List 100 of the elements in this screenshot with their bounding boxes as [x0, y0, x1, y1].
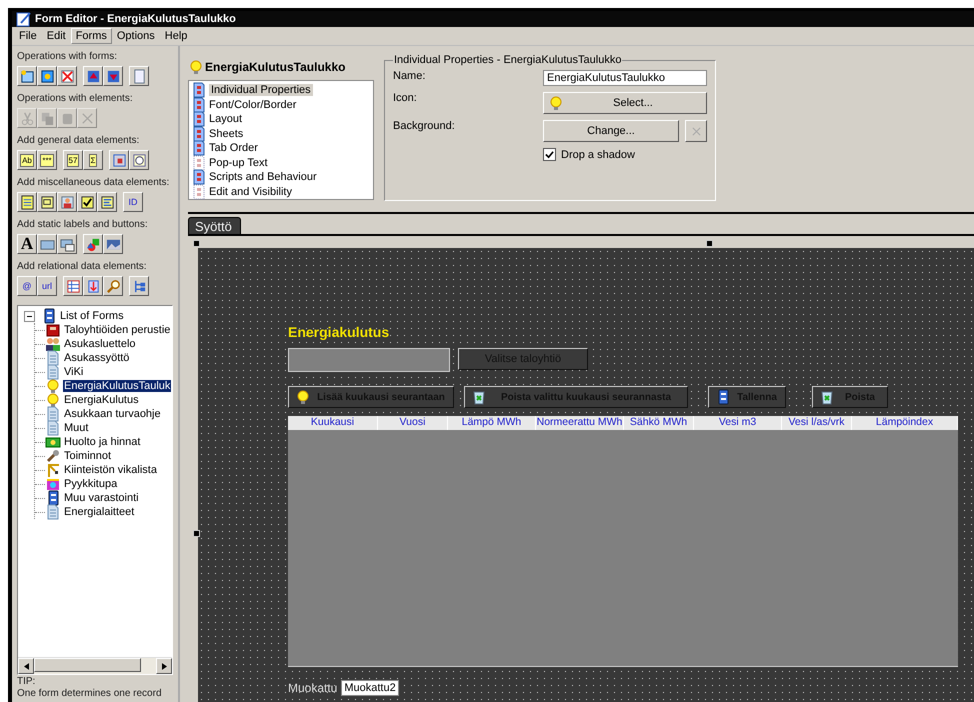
tree-item[interactable]: ViKi [63, 366, 84, 378]
spin-box-icon[interactable] [57, 234, 77, 254]
horizontal-scrollbar[interactable] [18, 657, 172, 674]
column-header[interactable]: Lämpö MWh [448, 416, 536, 430]
table-icon[interactable] [17, 192, 37, 212]
name-field[interactable]: EnergiaKulutusTaulukko [543, 70, 707, 86]
tree-item[interactable]: Energialaitteet [63, 506, 136, 518]
collapse-toggle[interactable] [24, 310, 35, 322]
split-icon[interactable] [83, 276, 103, 296]
element-title: EnergiaKulutusTaulukko [205, 60, 346, 74]
tree-item[interactable]: Kiinteistön vikalista [63, 464, 158, 476]
shapes-icon[interactable] [83, 234, 103, 254]
tree-item[interactable]: List of Forms [59, 310, 125, 322]
change-button[interactable]: Change... [543, 120, 679, 142]
book-icon [45, 322, 61, 338]
menu-item[interactable]: Options [112, 28, 160, 44]
column-header[interactable]: Lämpöindex [852, 416, 958, 430]
delete-icon[interactable] [57, 66, 77, 86]
menu-item[interactable]: File [14, 28, 42, 44]
column-header[interactable]: Vesi l/as/vrk [782, 416, 852, 430]
person-icon[interactable] [57, 192, 77, 212]
tree-item[interactable]: EnergiaKulutusTauluk [63, 380, 172, 392]
tree-item[interactable]: EnergiaKulutus [63, 394, 140, 406]
toolbar-button[interactable]: ID [123, 192, 143, 212]
tree-item[interactable]: Taloyhtiöiden perustie [63, 324, 172, 336]
tree-item[interactable]: Asukasluettelo [63, 338, 137, 350]
toolbar-button[interactable]: Σ [83, 150, 103, 170]
field-label: Background: [393, 120, 456, 132]
document-icon [45, 364, 61, 380]
tree-item[interactable]: Muu varastointi [63, 492, 140, 504]
sheet-tab[interactable]: Syöttö [188, 217, 241, 234]
tree-item[interactable]: Asukkaan turvaohje [63, 408, 162, 420]
menu-item[interactable]: Forms [70, 28, 112, 44]
app-icon [16, 11, 32, 27]
column-header[interactable]: Kuukausi [288, 416, 378, 430]
checkbox[interactable] [543, 148, 556, 161]
tree-item[interactable]: Huolto ja hinnat [63, 436, 142, 448]
bin-icon [819, 389, 835, 405]
menu-item[interactable]: Help [160, 28, 192, 44]
bulb-icon [295, 389, 311, 405]
select-button[interactable]: Select... [543, 92, 707, 114]
list-icon[interactable] [97, 192, 117, 212]
page-icon[interactable] [129, 66, 149, 86]
toolbar-button[interactable]: 57 [63, 150, 83, 170]
toolbar-button[interactable]: url [37, 276, 57, 296]
document-icon [45, 420, 61, 436]
new-form-icon[interactable] [17, 66, 37, 86]
tree-item[interactable]: Asukassyöttö [63, 352, 130, 364]
resize-handle[interactable] [193, 530, 200, 537]
group-title: Individual Properties - EnergiaKulutusTaulukko [393, 54, 622, 66]
input-field[interactable] [288, 348, 450, 372]
menu-item[interactable]: Edit [42, 28, 71, 44]
property-page-item[interactable]: Font/Color/Border [209, 98, 296, 111]
document-icon [45, 504, 61, 520]
property-page-item[interactable]: Edit and Visibility [209, 186, 292, 198]
property-page-item[interactable]: Tab Order [209, 142, 258, 154]
document-icon [45, 350, 61, 366]
resize-handle[interactable] [193, 240, 200, 247]
scroll-right-icon [162, 662, 166, 670]
column-header[interactable]: Vesi m3 [694, 416, 782, 430]
tree-icon[interactable] [129, 276, 149, 296]
toolbar-button[interactable]: Ab [17, 150, 37, 170]
property-page-item[interactable]: Individual Properties [209, 84, 313, 96]
image-icon[interactable] [103, 234, 123, 254]
bulb-icon [188, 59, 204, 75]
rectangle-icon[interactable] [37, 234, 57, 254]
section-label: Operations with forms: [17, 50, 118, 63]
property-page-item[interactable]: Pop-up Text [209, 156, 268, 169]
toolbar-button[interactable]: *** [37, 150, 57, 170]
scroll-left-icon [24, 662, 28, 670]
resize-handle[interactable] [706, 240, 713, 247]
combo-icon[interactable] [37, 192, 57, 212]
section-label: Add relational data elements: [17, 260, 148, 273]
property-page-item[interactable]: Layout [209, 113, 242, 126]
close-icon [692, 126, 700, 136]
field-label: Name: [393, 70, 426, 82]
property-page-item[interactable]: Sheets [209, 128, 244, 140]
search-icon[interactable] [103, 276, 123, 296]
form-icon[interactable] [37, 66, 57, 86]
property-page-icon [191, 111, 207, 128]
property-page-icon [191, 96, 207, 113]
tip-text: One form determines one record [17, 689, 163, 699]
grid-icon[interactable] [63, 276, 83, 296]
tree-item[interactable]: Pyykkitupa [63, 478, 118, 490]
property-page-item[interactable]: Scripts and Behaviour [209, 171, 317, 184]
toolbar-button[interactable]: @ [17, 276, 37, 296]
calendar-icon[interactable] [109, 150, 129, 170]
field-label: Icon: [393, 92, 418, 104]
modified-field[interactable]: Muokattu2 [341, 680, 400, 696]
checkbox-icon[interactable] [77, 192, 97, 212]
section-label: Add miscellaneous data elements: [17, 176, 170, 189]
property-page-icon [191, 126, 207, 142]
toolbar-button[interactable]: A [17, 234, 37, 254]
column-header[interactable]: Normeerattu MWh [536, 416, 624, 430]
laundry-icon [45, 476, 61, 492]
tree-item[interactable]: Toiminnot [63, 450, 112, 462]
column-header[interactable]: Vuosi [378, 416, 448, 430]
tree-item[interactable]: Muut [63, 422, 90, 434]
column-header[interactable]: Sähkö MWh [624, 416, 694, 430]
clock-icon[interactable] [129, 150, 149, 170]
